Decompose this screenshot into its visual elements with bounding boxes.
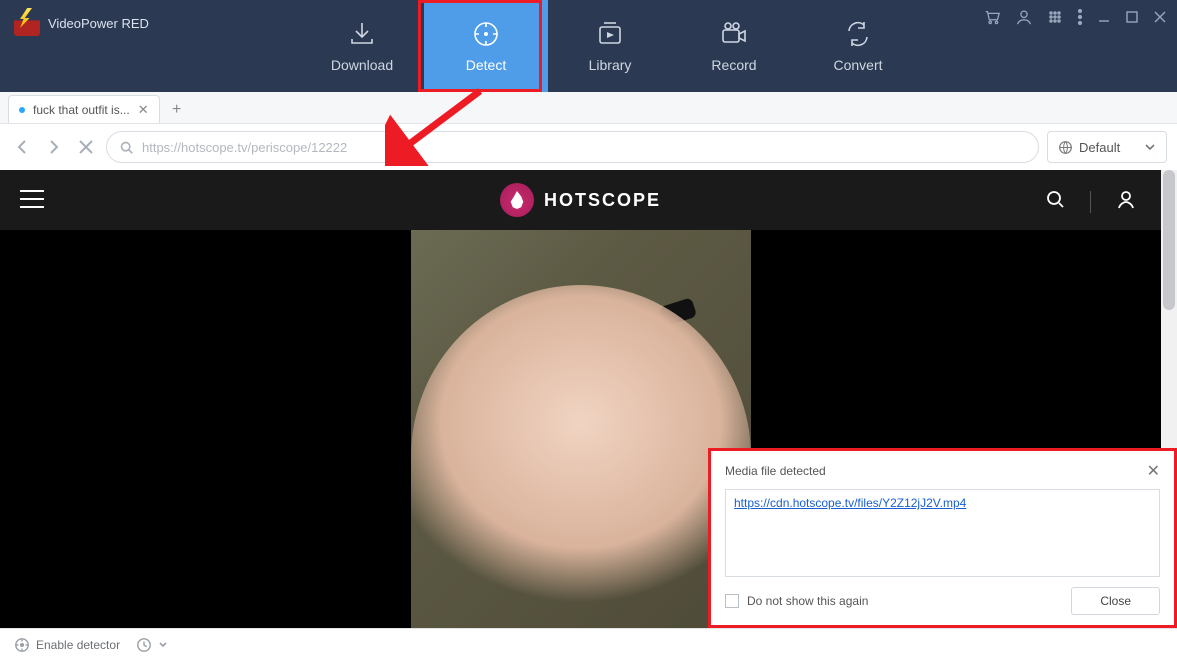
menu-icon[interactable] <box>1077 9 1083 29</box>
library-tab[interactable]: Library <box>548 0 672 92</box>
detect-label: Detect <box>466 57 506 73</box>
address-bar[interactable] <box>106 131 1039 163</box>
detect-tab[interactable]: Detect <box>424 0 548 92</box>
popup-close-button[interactable]: Close <box>1071 587 1160 615</box>
detect-icon <box>471 19 501 49</box>
search-icon <box>119 140 134 155</box>
download-icon <box>347 19 377 49</box>
flame-icon <box>500 183 534 217</box>
user-icon[interactable] <box>1015 8 1033 30</box>
history-button[interactable] <box>136 637 168 653</box>
media-detected-popup: Media file detected ✕ https://cdn.hotsco… <box>708 448 1177 628</box>
library-icon <box>595 19 625 49</box>
tab-loading-icon <box>19 107 25 113</box>
close-window-button[interactable] <box>1153 10 1167 28</box>
detected-media-link[interactable]: https://cdn.hotscope.tv/files/Y2Z12jJ2V.… <box>734 496 966 510</box>
chevron-down-icon <box>158 640 168 650</box>
download-label: Download <box>331 57 393 73</box>
globe-icon <box>1058 140 1073 155</box>
popup-title: Media file detected <box>725 464 826 478</box>
record-label: Record <box>711 57 756 73</box>
popup-close-icon[interactable]: ✕ <box>1147 461 1160 481</box>
download-tab[interactable]: Download <box>300 0 424 92</box>
cart-icon[interactable] <box>983 8 1001 30</box>
protocol-select[interactable]: Default <box>1047 131 1167 163</box>
hamburger-icon[interactable] <box>20 190 44 208</box>
record-tab[interactable]: Record <box>672 0 796 92</box>
tab-title: fuck that outfit is... <box>33 103 130 117</box>
tab-close-icon[interactable]: ✕ <box>138 102 149 118</box>
library-label: Library <box>589 57 632 73</box>
protocol-label: Default <box>1079 140 1120 155</box>
target-icon <box>14 637 30 653</box>
divider <box>1090 191 1091 213</box>
url-input[interactable] <box>142 140 1026 155</box>
site-profile-icon[interactable] <box>1115 188 1137 215</box>
title-bar: VideoPower RED Download Detect Library R… <box>0 0 1177 92</box>
browser-tab[interactable]: fuck that outfit is... ✕ <box>8 95 160 123</box>
site-search-icon[interactable] <box>1044 188 1066 215</box>
address-row: Default <box>0 124 1177 170</box>
back-button[interactable] <box>10 135 34 159</box>
window-controls <box>983 8 1167 30</box>
enable-detector-label: Enable detector <box>36 638 120 652</box>
dont-show-again-label: Do not show this again <box>747 594 868 608</box>
status-bar: Enable detector <box>0 628 1177 660</box>
main-toolbar: Download Detect Library Record Convert <box>300 0 920 92</box>
site-header-actions <box>1044 188 1137 215</box>
browser-tab-strip: fuck that outfit is... ✕ + <box>0 92 1177 124</box>
forward-button[interactable] <box>42 135 66 159</box>
popup-body: https://cdn.hotscope.tv/files/Y2Z12jJ2V.… <box>725 489 1160 577</box>
site-header: HOTSCOPE <box>0 170 1161 230</box>
video-frame <box>411 230 751 628</box>
convert-label: Convert <box>833 57 882 73</box>
maximize-button[interactable] <box>1125 10 1139 28</box>
convert-tab[interactable]: Convert <box>796 0 920 92</box>
apps-icon[interactable] <box>1047 9 1063 29</box>
enable-detector-button[interactable]: Enable detector <box>14 637 120 653</box>
record-icon <box>719 19 749 49</box>
chevron-down-icon <box>1144 141 1156 153</box>
stop-button[interactable] <box>74 135 98 159</box>
app-logo-icon <box>14 10 40 36</box>
clock-icon <box>136 637 152 653</box>
dont-show-again-checkbox[interactable]: Do not show this again <box>725 594 868 608</box>
app-logo-wrap: VideoPower RED <box>0 0 163 46</box>
scrollbar-thumb[interactable] <box>1163 170 1175 310</box>
app-title: VideoPower RED <box>48 16 149 31</box>
minimize-button[interactable] <box>1097 10 1111 28</box>
new-tab-button[interactable]: + <box>164 97 190 123</box>
convert-icon <box>843 19 873 49</box>
checkbox-icon <box>725 594 739 608</box>
site-brand: HOTSCOPE <box>544 190 661 211</box>
site-logo[interactable]: HOTSCOPE <box>500 183 661 217</box>
